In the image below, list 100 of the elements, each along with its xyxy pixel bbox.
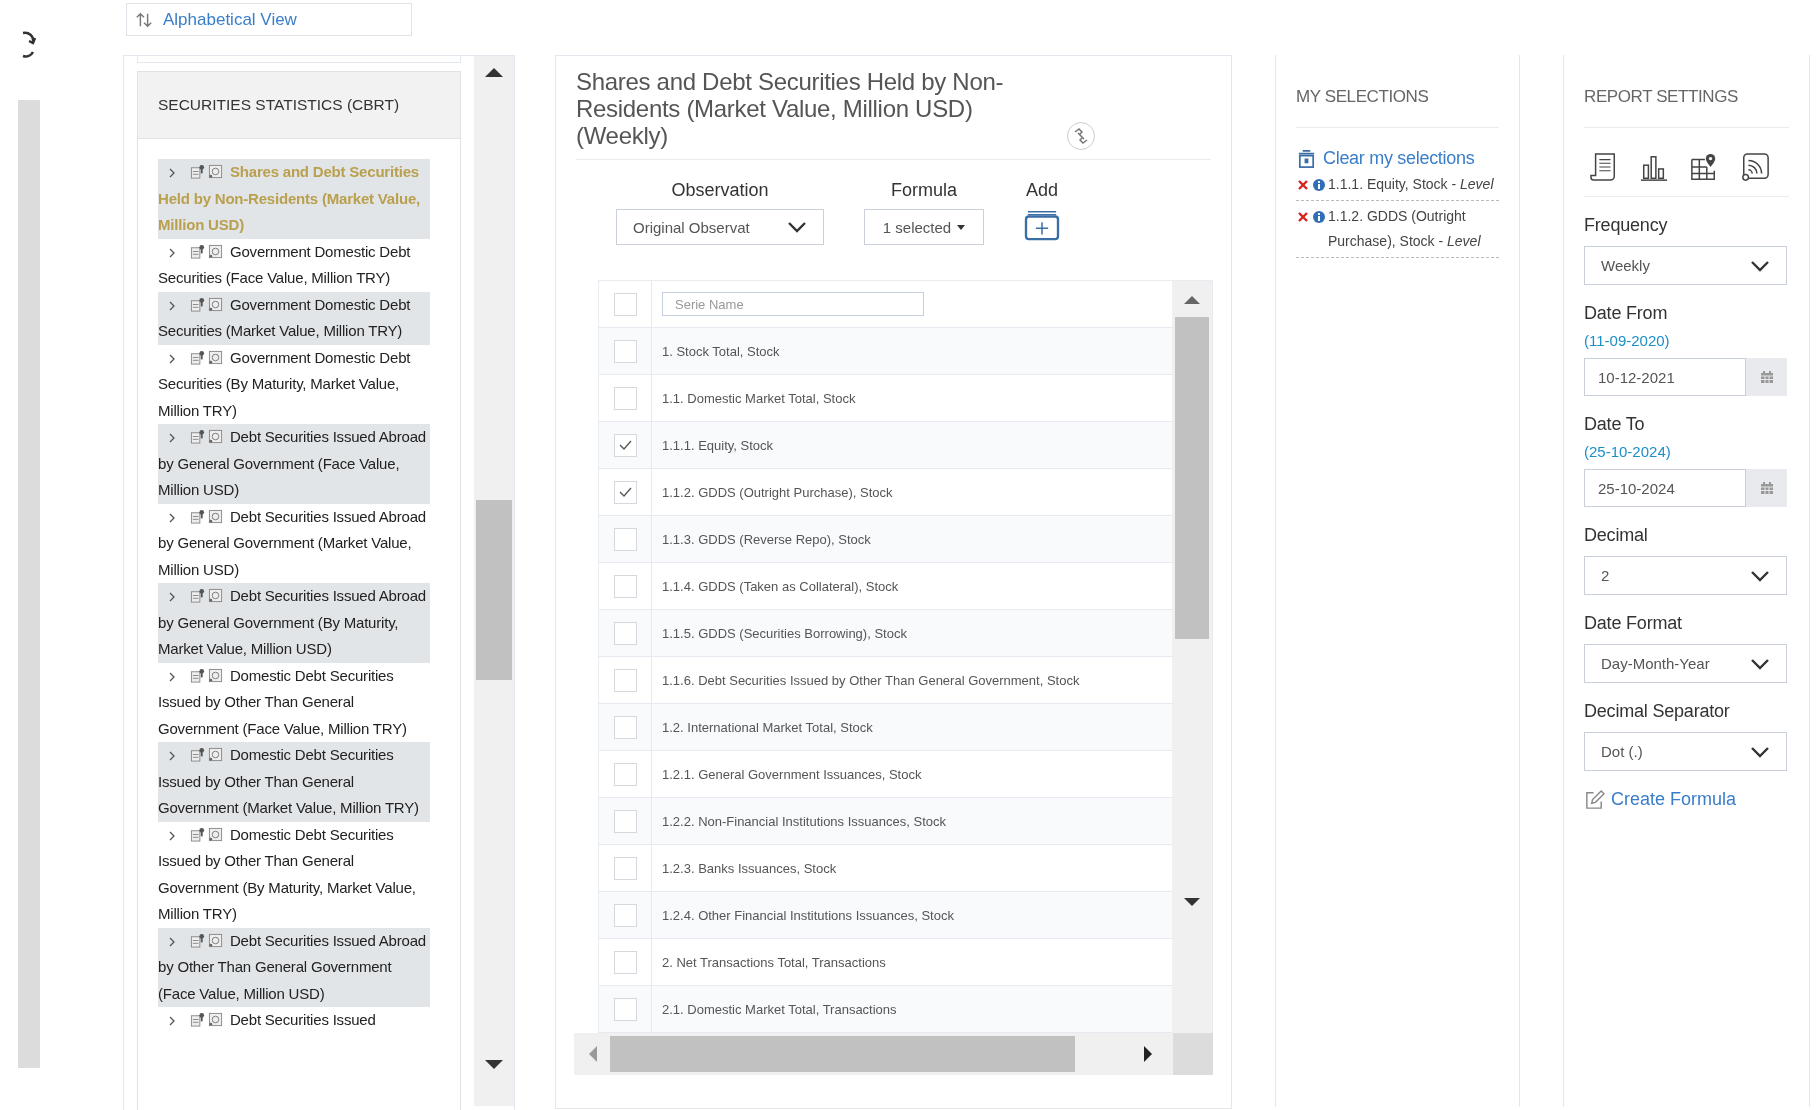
trash-icon (1296, 148, 1317, 169)
document-icon (190, 667, 205, 683)
checkbox[interactable] (613, 527, 637, 551)
series-name: 2. Net Transactions Total, Transactions (662, 954, 886, 970)
filter-field[interactable]: Serie Name (662, 292, 924, 316)
scroll-up-icon[interactable] (1183, 295, 1201, 305)
series-name: 1.1.5. GDDS (Securities Borrowing), Stock (662, 625, 907, 641)
chevron-down-icon (1750, 569, 1770, 582)
dropdown[interactable]: Dot (.) (1584, 732, 1787, 771)
clear-selections-link[interactable]: Clear my selections (1296, 148, 1499, 169)
tree-item[interactable]: Government Domestic Debt Securities (Face Value, Million TRY) (158, 238, 430, 292)
rss-icon[interactable] (1740, 152, 1770, 182)
tree-item[interactable]: Government Domestic Debt Securities (By Maturity, Market Value, Million TRY) (158, 344, 430, 424)
checkbox[interactable] (613, 621, 637, 645)
dropdown[interactable]: Weekly (1584, 246, 1787, 285)
checkbox[interactable] (613, 809, 637, 833)
scroll-right-icon[interactable] (1143, 1045, 1153, 1063)
date-field[interactable]: 10-12-2021 (1584, 358, 1746, 396)
scrollbar[interactable] (474, 56, 514, 1106)
image-icon (208, 429, 223, 444)
image-icon (208, 508, 223, 524)
document-icon (190, 588, 205, 603)
tree-item[interactable]: Debt Securities Issued Abroad by General Government (By Maturity, Market Value, Million USD) (158, 583, 430, 663)
chevron-down-icon (787, 221, 807, 233)
checkbox[interactable] (613, 715, 637, 739)
scroll-down-icon[interactable] (1183, 897, 1201, 907)
checkbox[interactable] (613, 762, 637, 786)
remove-icon[interactable] (1298, 180, 1308, 190)
scrollbar-corner (1173, 1033, 1213, 1075)
checkbox[interactable] (613, 950, 637, 974)
series-name: 1.1.4. GDDS (Taken as Collateral), Stock (662, 578, 899, 594)
chevron-icon[interactable] (168, 936, 176, 947)
chevron-icon[interactable] (168, 751, 176, 761)
document-icon (190, 164, 205, 179)
image-icon (208, 1012, 223, 1027)
alphabetical-view-button[interactable]: Alphabetical View (126, 3, 412, 36)
series-name: 1.1.2. GDDS (Outright Purchase), Stock (662, 484, 893, 500)
dropdown[interactable]: Day-Month-Year (1584, 644, 1787, 683)
checkbox[interactable] (613, 480, 637, 504)
scroll-up-icon[interactable] (484, 66, 504, 78)
checkbox[interactable] (613, 433, 637, 457)
chevron-icon[interactable] (168, 353, 176, 364)
chevron-icon[interactable] (168, 433, 176, 443)
checkbox[interactable] (613, 856, 637, 880)
chevron-icon[interactable] (168, 168, 176, 178)
report-icon[interactable] (1590, 152, 1618, 182)
image-icon (208, 296, 223, 312)
chevron-icon[interactable] (168, 247, 176, 258)
checkbox[interactable] (613, 903, 637, 927)
tree-item[interactable]: Government Domestic Debt Securities (Market Value, Million TRY) (158, 291, 430, 345)
chevron-icon[interactable] (168, 1016, 176, 1026)
checkbox[interactable] (613, 386, 637, 410)
document-icon (190, 747, 205, 762)
document-icon (190, 296, 205, 312)
image-icon (208, 164, 223, 179)
tree-item[interactable]: Debt Securities Issued Abroad by General Government (Market Value, Million USD) (158, 503, 430, 583)
series-name: 1.2. International Market Total, Stock (662, 719, 873, 735)
tree-item[interactable]: Debt Securities Issued Abroad by Other Than General Government (Face Value, Million USD) (158, 927, 430, 1007)
checkbox[interactable] (613, 574, 637, 598)
checkbox[interactable] (613, 292, 637, 316)
link-icon[interactable] (1066, 121, 1096, 151)
scroll-thumb[interactable] (1175, 317, 1209, 639)
formula-label: Formula (891, 180, 957, 201)
checkbox[interactable] (613, 339, 637, 363)
remove-icon[interactable] (1298, 212, 1308, 222)
scroll-thumb[interactable] (610, 1036, 1075, 1072)
chevron-icon[interactable] (168, 671, 176, 682)
date-field[interactable]: 25-10-2024 (1584, 469, 1746, 507)
map-icon[interactable] (1690, 152, 1718, 182)
tree-item[interactable]: Debt Securities Issued Abroad by General Government (Face Value, Million USD) (158, 424, 430, 504)
scroll-down-icon[interactable] (484, 1059, 504, 1071)
create-formula-link[interactable]: Create Formula (1584, 789, 1789, 810)
chevron-icon[interactable] (168, 592, 176, 602)
observation-select[interactable]: Original Observat (616, 209, 824, 245)
chevron-icon[interactable] (168, 830, 176, 841)
observation-label: Observation (671, 180, 769, 201)
scroll-thumb[interactable] (476, 500, 512, 680)
formula-select[interactable]: 1 selected (864, 209, 984, 245)
document-icon (190, 243, 205, 259)
chevron-icon[interactable] (168, 512, 176, 523)
info-icon[interactable] (1313, 211, 1325, 223)
scrollbar[interactable] (574, 1033, 1173, 1075)
checkbox[interactable] (613, 668, 637, 692)
selection-text: 1.1.2. GDDS (Outright Purchase), Stock - Level (1328, 207, 1482, 251)
image-icon (208, 349, 223, 365)
field-label: Date To (1584, 414, 1646, 435)
image-icon (208, 826, 223, 842)
tree-item[interactable]: Debt Securities Issued (158, 1007, 430, 1034)
series-name: 1.1.1. Equity, Stock (662, 437, 774, 453)
dropdown[interactable]: 2 (1584, 556, 1787, 595)
bar-chart-icon[interactable] (1640, 154, 1668, 182)
scrollbar[interactable] (1172, 281, 1212, 1033)
checkbox[interactable] (613, 997, 637, 1021)
date-hint: (11-09-2020) (1584, 332, 1671, 349)
tree-item[interactable]: Domestic Debt Securities Issued by Other Than General Government (Market Value, Million TRY) (158, 742, 430, 822)
tree-item[interactable]: Domestic Debt Securities Issued by Other Than General Government (Face Value, Million TRY) (158, 662, 430, 742)
info-icon[interactable] (1313, 179, 1325, 191)
add-icon[interactable] (1024, 209, 1060, 241)
chevron-icon[interactable] (168, 300, 176, 311)
tree-item[interactable]: Domestic Debt Securities Issued by Other Than General Government (By Maturity, Market Value, Million TRY) (158, 821, 430, 928)
